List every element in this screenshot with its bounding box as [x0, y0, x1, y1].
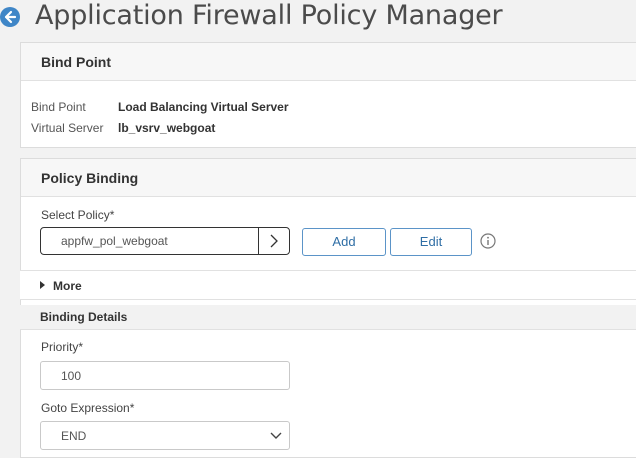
bind-point-panel: Bind Point Bind Point Load Balancing Vir… [20, 42, 636, 148]
info-icon[interactable] [480, 233, 496, 249]
virtual-server-label: Virtual Server [31, 121, 104, 135]
bind-point-label: Bind Point [31, 100, 86, 114]
more-label: More [53, 279, 82, 293]
select-policy-value: appfw_pol_webgoat [61, 234, 168, 248]
select-policy-button[interactable] [258, 228, 289, 254]
add-button[interactable]: Add [302, 228, 386, 256]
header: Application Firewall Policy Manager [0, 0, 636, 38]
priority-value: 100 [61, 369, 82, 383]
goto-expression-label: Goto Expression* [41, 401, 135, 415]
policy-binding-heading: Policy Binding [21, 159, 636, 197]
expand-triangle-icon [40, 281, 45, 289]
edit-button[interactable]: Edit [390, 228, 472, 256]
bind-point-value: Load Balancing Virtual Server [118, 100, 289, 114]
chevron-right-icon [270, 234, 278, 248]
binding-details-header: Binding Details [20, 305, 636, 330]
back-arrow-icon[interactable] [0, 7, 20, 27]
goto-expression-select[interactable]: END [40, 421, 290, 450]
goto-expression-value: END [61, 429, 87, 443]
priority-input[interactable]: 100 [40, 361, 290, 390]
select-policy-label: Select Policy* [41, 208, 115, 222]
more-toggle[interactable]: More [20, 270, 636, 300]
select-policy-field[interactable]: appfw_pol_webgoat [40, 227, 290, 255]
chevron-down-icon [270, 432, 282, 439]
virtual-server-value: lb_vsrv_webgoat [118, 121, 216, 135]
priority-label: Priority* [41, 340, 84, 354]
bind-point-heading: Bind Point [21, 43, 636, 81]
page-title: Application Firewall Policy Manager [35, 0, 503, 31]
binding-details-heading: Binding Details [40, 310, 128, 324]
